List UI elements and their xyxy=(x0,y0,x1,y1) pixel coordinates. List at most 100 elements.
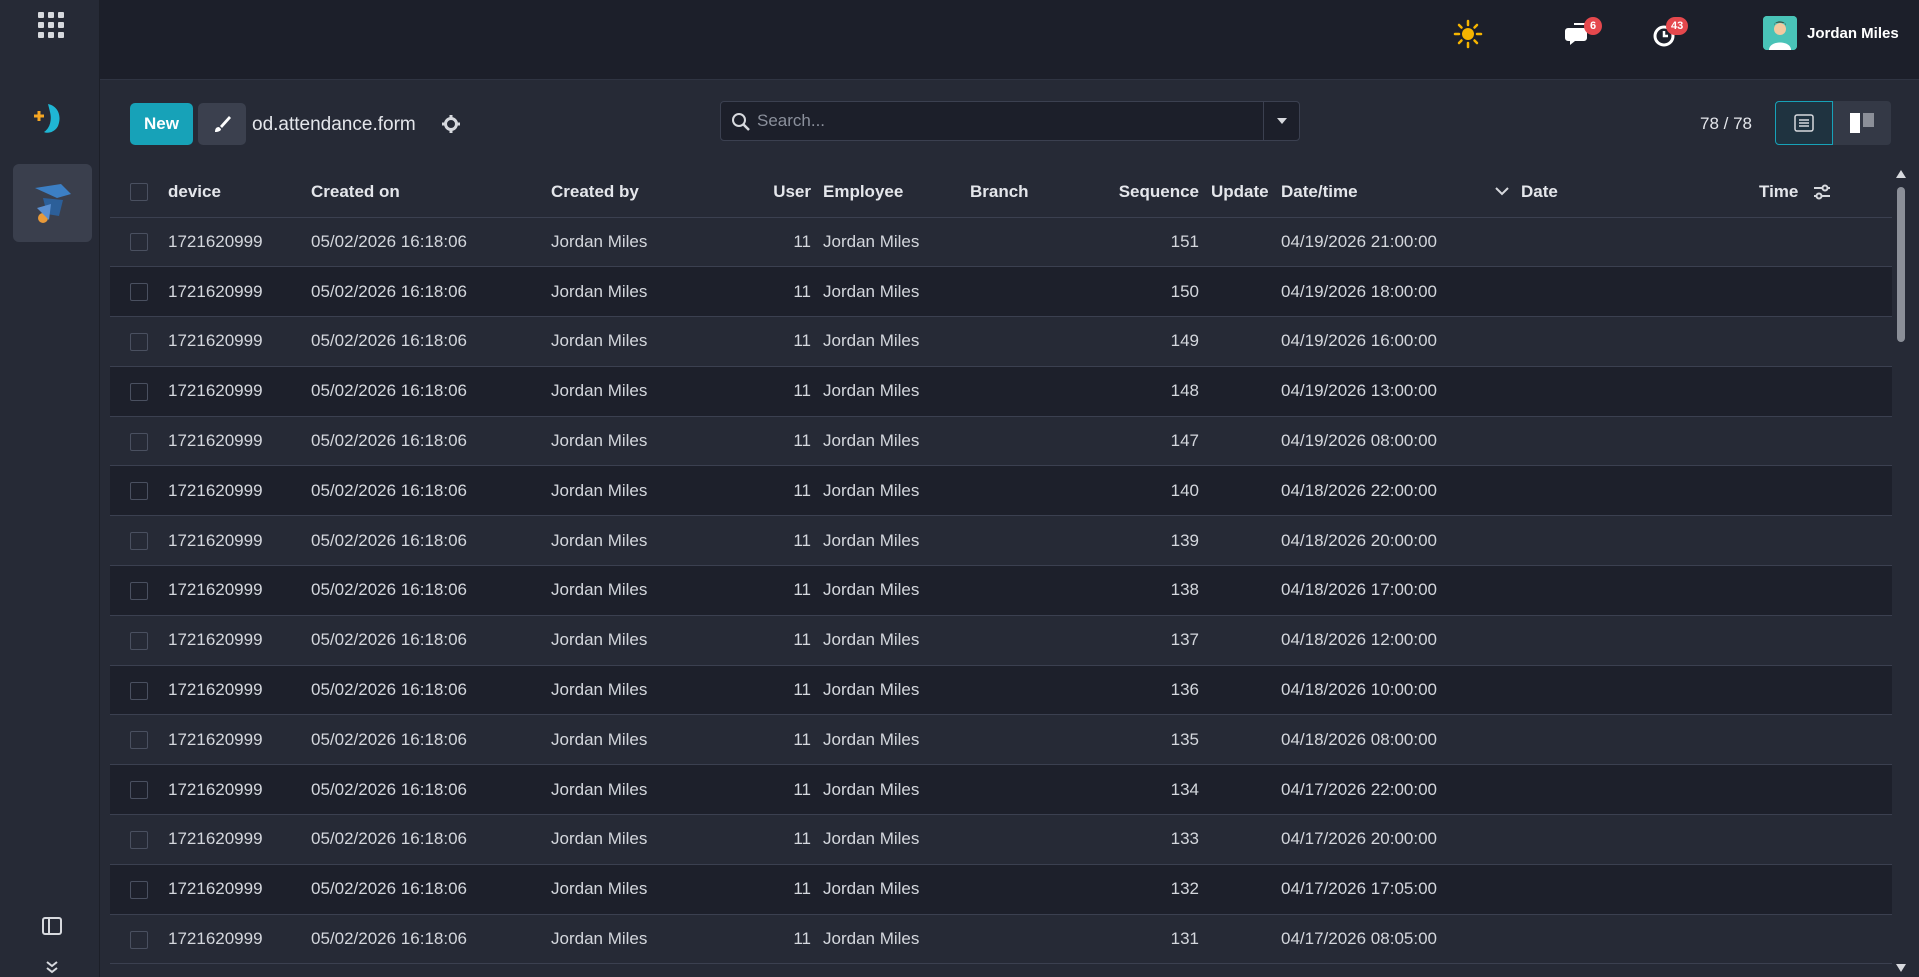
row-checkbox[interactable] xyxy=(130,880,148,899)
column-header-device[interactable]: device xyxy=(168,167,311,218)
cell-device: 1721620999 xyxy=(168,316,311,367)
cell-device: 1721620999 xyxy=(168,515,311,567)
column-header-created-on[interactable]: Created on xyxy=(311,167,551,218)
row-checkbox[interactable] xyxy=(130,581,148,600)
column-settings-icon[interactable] xyxy=(1813,184,1831,200)
row-checkbox[interactable] xyxy=(130,532,148,551)
column-header-datetime[interactable]: Date/time xyxy=(1281,167,1521,218)
cell-update xyxy=(1199,366,1281,417)
column-header-date[interactable]: Date xyxy=(1521,167,1759,218)
apps-grid-icon[interactable] xyxy=(38,12,66,40)
cell-created-on: 05/02/2026 16:18:06 xyxy=(311,615,551,666)
cell-sequence: 136 xyxy=(1088,665,1199,716)
table-row[interactable]: 1721620999 05/02/2026 16:18:06 Jordan Mile… xyxy=(110,764,1892,816)
table-row[interactable]: 1721620999 05/02/2026 16:18:06 Jordan Mile… xyxy=(110,366,1892,417)
cell-update xyxy=(1199,266,1281,318)
table-row[interactable]: 1721620999 05/02/2026 16:18:06 Jordan Mile… xyxy=(110,665,1892,716)
column-header-branch[interactable]: Branch xyxy=(958,167,1088,218)
cell-sequence: 131 xyxy=(1088,914,1199,965)
cell-date xyxy=(1521,864,1759,915)
search-input[interactable] xyxy=(757,102,1257,140)
row-checkbox[interactable] xyxy=(130,681,148,700)
table-row[interactable]: 1721620999 05/02/2026 16:18:06 Jordan Mile… xyxy=(110,515,1892,567)
table-row[interactable]: 1721620999 05/02/2026 16:18:06 Jordan Mile… xyxy=(110,565,1892,616)
cell-update xyxy=(1199,864,1281,915)
table-row[interactable]: 1721620999 05/02/2026 16:18:06 Jordan Mile… xyxy=(110,864,1892,915)
cell-user: 11 xyxy=(751,515,811,567)
list-view-button[interactable] xyxy=(1775,101,1833,145)
app-logo-icon[interactable] xyxy=(30,100,64,136)
new-button[interactable]: New xyxy=(130,103,193,145)
row-checkbox[interactable] xyxy=(130,283,148,302)
cell-user: 11 xyxy=(751,316,811,367)
search-bar xyxy=(720,101,1300,141)
cell-date xyxy=(1521,764,1759,816)
split-view-button[interactable] xyxy=(1833,101,1891,145)
table-row[interactable]: 1721620999 05/02/2026 16:18:06 Jordan Mile… xyxy=(110,465,1892,517)
row-checkbox[interactable] xyxy=(130,382,148,401)
row-checkbox[interactable] xyxy=(130,930,148,949)
left-sidebar xyxy=(0,0,100,977)
table-row[interactable]: 1721620999 05/02/2026 16:18:06 Jordan Mile… xyxy=(110,615,1892,666)
table-row[interactable]: 1721620999 05/02/2026 16:18:06 Jordan Mile… xyxy=(110,266,1892,318)
cell-datetime: 04/17/2026 20:00:00 xyxy=(1281,814,1521,865)
table-row[interactable]: 1721620999 05/02/2026 16:18:06 Jordan Mile… xyxy=(110,416,1892,467)
cell-time xyxy=(1759,515,1892,567)
row-checkbox[interactable] xyxy=(130,432,148,451)
user-menu[interactable]: Jordan Miles xyxy=(1763,16,1899,50)
chevrons-down-icon[interactable] xyxy=(44,960,60,974)
cell-employee: Jordan Miles xyxy=(811,416,958,467)
control-panel: New od.attendance.form Search... 78 / 78 xyxy=(100,81,1919,167)
row-checkbox[interactable] xyxy=(130,631,148,650)
row-checkbox[interactable] xyxy=(130,830,148,849)
cell-created-by: Jordan Miles xyxy=(551,266,751,318)
row-checkbox[interactable] xyxy=(130,233,148,252)
cell-date xyxy=(1521,217,1759,268)
cell-device: 1721620999 xyxy=(168,814,311,865)
scroll-down-icon[interactable] xyxy=(1896,964,1906,972)
cell-branch xyxy=(958,266,1088,318)
column-header-update[interactable]: Update xyxy=(1199,167,1281,218)
cell-user: 11 xyxy=(751,914,811,965)
gear-icon[interactable] xyxy=(442,115,460,133)
cell-user: 11 xyxy=(751,465,811,517)
row-checkbox[interactable] xyxy=(130,781,148,800)
vertical-scrollbar[interactable] xyxy=(1892,167,1910,977)
cell-created-on: 05/02/2026 16:18:06 xyxy=(311,366,551,417)
table-row[interactable]: 1721620999 05/02/2026 16:18:06 Jordan Mile… xyxy=(110,914,1892,965)
column-header-sequence[interactable]: Sequence xyxy=(1088,167,1199,218)
pager-value[interactable]: 78 / 78 xyxy=(1700,114,1752,134)
cell-time xyxy=(1759,914,1892,965)
attendance-app-icon[interactable] xyxy=(13,164,92,242)
cell-sequence: 135 xyxy=(1088,714,1199,766)
list-table: device Created on Created by User Employ… xyxy=(110,167,1892,977)
clock-icon[interactable]: 43 xyxy=(1650,17,1689,50)
cell-user: 11 xyxy=(751,565,811,616)
row-checkbox[interactable] xyxy=(130,482,148,501)
select-all-checkbox[interactable] xyxy=(130,183,148,202)
row-checkbox[interactable] xyxy=(130,731,148,750)
column-header-user[interactable]: User xyxy=(751,167,811,218)
sun-icon[interactable] xyxy=(1452,18,1484,50)
table-row[interactable]: 1721620999 05/02/2026 16:18:06 Jordan Mile… xyxy=(110,714,1892,766)
sidebar-toggle-icon[interactable] xyxy=(40,914,64,938)
scrollbar-thumb[interactable] xyxy=(1897,187,1905,342)
row-select-cell xyxy=(110,416,168,467)
table-row[interactable]: 1721620999 05/02/2026 16:18:06 Jordan Mile… xyxy=(110,316,1892,367)
cell-device: 1721620999 xyxy=(168,565,311,616)
cell-datetime: 04/17/2026 22:00:00 xyxy=(1281,764,1521,816)
chat-icon[interactable]: 6 xyxy=(1564,17,1602,50)
cell-created-by: Jordan Miles xyxy=(551,864,751,915)
search-options-toggle[interactable] xyxy=(1263,102,1299,140)
brush-button[interactable] xyxy=(198,103,246,145)
cell-employee: Jordan Miles xyxy=(811,266,958,318)
cell-employee: Jordan Miles xyxy=(811,764,958,816)
table-row[interactable]: 1721620999 05/02/2026 16:18:06 Jordan Mile… xyxy=(110,217,1892,268)
cell-datetime: 04/17/2026 17:05:00 xyxy=(1281,864,1521,915)
column-header-created-by[interactable]: Created by xyxy=(551,167,751,218)
scroll-up-icon[interactable] xyxy=(1896,170,1906,178)
column-header-time[interactable]: Time xyxy=(1759,167,1892,218)
row-checkbox[interactable] xyxy=(130,333,148,351)
table-row[interactable]: 1721620999 05/02/2026 16:18:06 Jordan Mile… xyxy=(110,814,1892,865)
column-header-employee[interactable]: Employee xyxy=(811,167,958,218)
